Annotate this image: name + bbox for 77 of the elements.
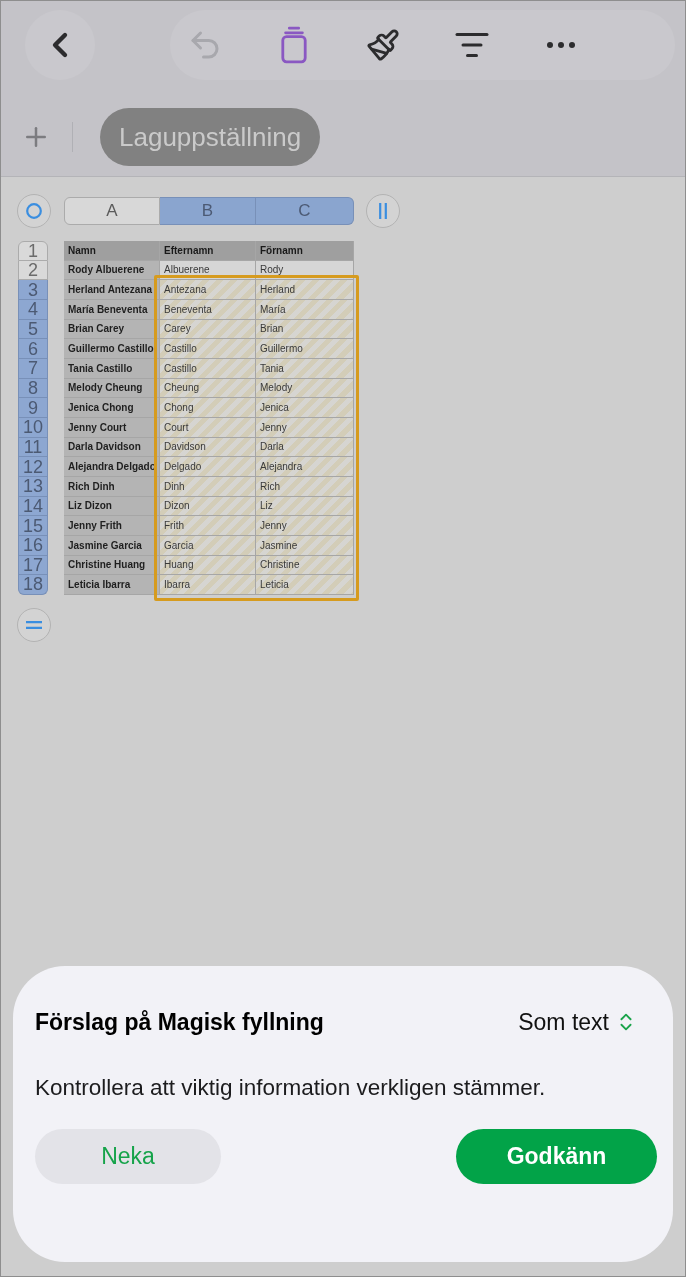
row-number[interactable]: 16 [18, 535, 48, 556]
table-cell: Chong [160, 398, 256, 418]
row-number[interactable]: 5 [18, 319, 48, 340]
table-cell: Cheung [160, 378, 256, 399]
row-number[interactable]: 3 [18, 280, 48, 300]
column-handle-button[interactable] [366, 194, 400, 228]
table-cell: Jenica [256, 398, 354, 418]
row-number[interactable]: 18 [18, 575, 48, 595]
table-header-cell: Förnamn [256, 241, 354, 261]
row-number[interactable]: 13 [18, 476, 48, 497]
row-number[interactable]: 4 [18, 299, 48, 320]
column-header[interactable]: A [64, 197, 160, 225]
table-cell: Jasmine [256, 535, 354, 556]
table-cell: Davidson [160, 437, 256, 458]
row-number[interactable]: 11 [18, 437, 48, 458]
table-cell: Herland Antezana [64, 280, 160, 300]
table-cell: Jenny [256, 417, 354, 438]
row-number[interactable]: 7 [18, 358, 48, 379]
table-cell: Castillo [160, 339, 256, 359]
row-number[interactable]: 10 [18, 417, 48, 438]
row-number[interactable]: 12 [18, 457, 48, 477]
vertical-bars-icon [379, 203, 387, 219]
table-cell: Herland [256, 280, 354, 300]
table-cell: Antezana [160, 280, 256, 300]
row-number[interactable]: 6 [18, 339, 48, 359]
column-header[interactable]: C [256, 197, 354, 225]
paintbrush-icon [366, 28, 400, 62]
table-cell: Guillermo [256, 339, 354, 359]
row-number[interactable]: 15 [18, 516, 48, 536]
table-header-cell: Efternamn [160, 241, 256, 261]
table-cell: Frith [160, 516, 256, 536]
stack-icon [280, 26, 308, 64]
table-cell: Carey [160, 319, 256, 340]
table-cell: Alejandra Delgado [64, 457, 160, 477]
table-cell: Brian [256, 319, 354, 340]
table-cell: Delgado [160, 457, 256, 477]
row-number[interactable]: 9 [18, 398, 48, 418]
table-cell: María [256, 299, 354, 320]
row-number[interactable]: 1 [18, 241, 48, 261]
table-cell: Jenny Frith [64, 516, 160, 536]
equals-icon [26, 620, 42, 629]
table-cell: Dizon [160, 496, 256, 517]
accept-button[interactable]: Godkänn [456, 1129, 657, 1184]
decline-button[interactable]: Neka [35, 1129, 221, 1184]
row-number[interactable]: 8 [18, 378, 48, 399]
table-cell: Leticia Ibarra [64, 575, 160, 595]
sheet-tab[interactable]: Laguppställning [100, 108, 321, 166]
table-cell: Christine [256, 555, 354, 576]
table-cell: Tania [256, 358, 354, 379]
table-cell: Leticia [256, 575, 354, 595]
table-cell: Ibarra [160, 575, 256, 595]
table-cell: Court [160, 417, 256, 438]
sheet-message: Kontrollera att viktig information verkligen stämmer. [35, 1074, 547, 1102]
table-cell: Huang [160, 555, 256, 576]
table-cell: Darla [256, 437, 354, 458]
table-cell: Rich [256, 476, 354, 497]
column-header[interactable]: B [160, 197, 256, 225]
row-number[interactable]: 17 [18, 555, 48, 576]
sheet-title: Förslag på Magisk fyllning [35, 1007, 324, 1037]
table-cell: Alejandra [256, 457, 354, 477]
table-cell: Beneventa [160, 299, 256, 320]
table-cell: Dinh [160, 476, 256, 497]
format-picker[interactable]: Som text [518, 1004, 637, 1040]
table-cell: Jenny [256, 516, 354, 536]
table-cell: Jenica Chong [64, 398, 160, 418]
table-select-button[interactable] [17, 194, 51, 228]
table-cell: Castillo [160, 358, 256, 379]
row-handle-button[interactable] [17, 607, 51, 642]
row-number[interactable]: 2 [18, 260, 48, 281]
circle-icon [26, 203, 42, 219]
table-cell: Liz [256, 496, 354, 517]
table-cell: Garcia [160, 535, 256, 556]
table-cell: Guillermo Castillo [64, 339, 160, 359]
table-header-cell: Namn [64, 241, 160, 261]
table-cell: Melody [256, 378, 354, 399]
row-number[interactable]: 14 [18, 496, 48, 517]
more-icon [547, 42, 575, 48]
